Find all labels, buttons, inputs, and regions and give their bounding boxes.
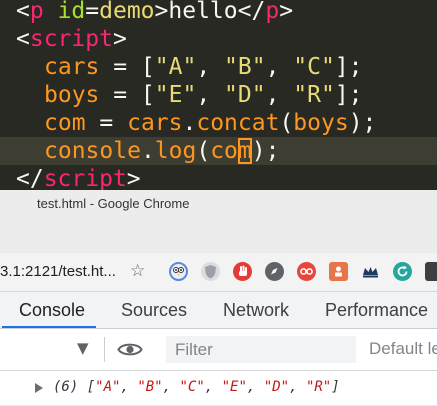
devtools-tab-bar: Console Sources Network Performance — [0, 292, 437, 329]
code-line-1: <p id=demo>hello</p> — [16, 0, 294, 24]
address-bar[interactable]: 3.1:2121/test.ht... — [0, 263, 116, 280]
logged-array: (6) ["A", "B", "C", "E", "D", "R"] — [53, 379, 340, 395]
code-line-4: boys = ["E", "D", "R"]; — [44, 82, 363, 108]
toolbar-divider — [104, 337, 105, 362]
code-line-5: com = cars.concat(boys); — [44, 110, 377, 136]
log-levels-dropdown[interactable]: Default le — [369, 339, 437, 359]
filter-input[interactable] — [166, 336, 356, 363]
expand-triangle-icon[interactable] — [35, 383, 43, 393]
browser-toolbar: 3.1:2121/test.ht... ☆ — [0, 253, 437, 292]
console-log-row[interactable]: (6) ["A", "B", "C", "E", "D", "R"] — [0, 371, 437, 406]
code-editor[interactable]: <p id=demo>hello</p> <script> cars = ["A… — [0, 0, 437, 190]
window-title-bar[interactable]: test.html - Google Chrome — [0, 190, 437, 253]
hand-stop-icon[interactable] — [233, 262, 252, 281]
bookmark-star-icon[interactable]: ☆ — [130, 261, 145, 281]
extension-icon[interactable] — [425, 262, 437, 281]
context-dropdown-icon[interactable]: ▼ — [77, 339, 89, 357]
active-tab-indicator — [2, 326, 96, 328]
tag-icon[interactable] — [329, 262, 348, 281]
text-cursor: m — [237, 138, 252, 164]
tab-performance[interactable]: Performance — [325, 300, 428, 321]
owl-icon[interactable] — [169, 262, 188, 281]
code-line-6-current: console.log(com); — [0, 137, 437, 165]
code-line-7: </script> — [16, 166, 141, 190]
tab-network[interactable]: Network — [223, 300, 289, 321]
infinity-icon[interactable] — [297, 262, 316, 281]
tab-sources[interactable]: Sources — [121, 300, 187, 321]
tab-console[interactable]: Console — [19, 300, 85, 321]
eye-icon[interactable] — [117, 341, 143, 358]
refresh-icon[interactable] — [393, 262, 412, 281]
console-toolbar: ▼ Default le — [0, 329, 437, 371]
shield-icon[interactable] — [201, 262, 220, 281]
compass-icon[interactable] — [265, 262, 284, 281]
code-line-3: cars = ["A", "B", "C"]; — [44, 54, 363, 80]
crown-icon[interactable] — [361, 262, 380, 281]
window-title: test.html - Google Chrome — [37, 196, 190, 211]
console-output: (6) ["A", "B", "C", "E", "D", "R"] — [0, 371, 437, 406]
code-line-2: <script> — [16, 26, 127, 52]
